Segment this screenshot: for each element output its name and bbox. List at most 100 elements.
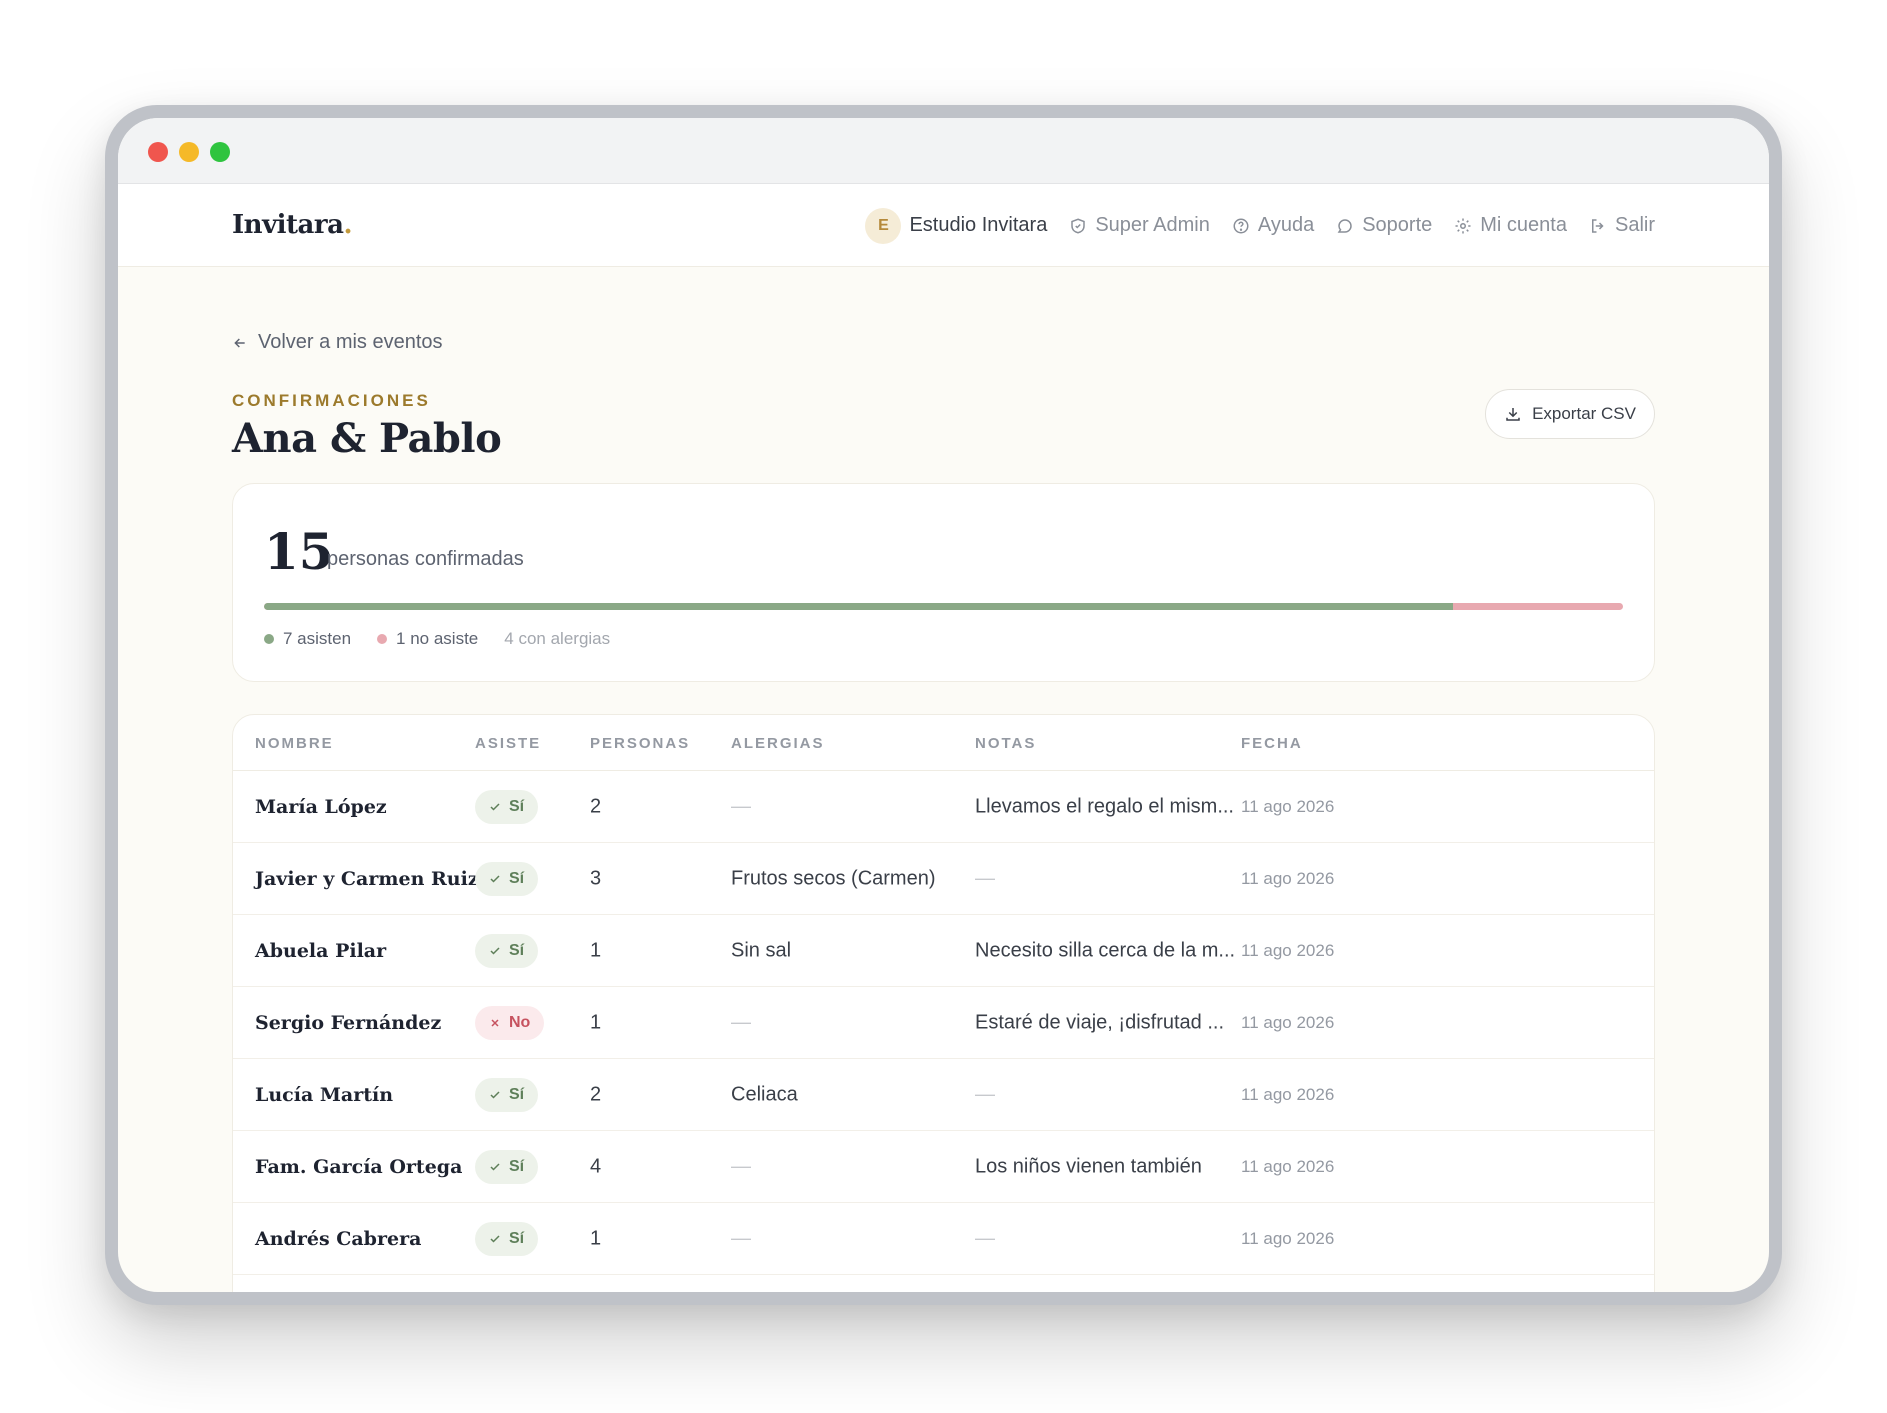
attendance-badge: Sí [475,789,539,824]
section-eyebrow: CONFIRMACIONES [232,391,431,410]
guest-allergies: — [731,1155,751,1177]
nav-support-label: Soporte [1362,214,1433,236]
attendance-progress-fill [264,603,1454,610]
nav-account[interactable]: Mi cuenta [1454,214,1567,237]
table-row[interactable]: Lucía Martín Sí 2 Celiaca — 11 ago 2026 [233,1059,1654,1131]
nav-help[interactable]: Ayuda [1232,214,1314,237]
attendance-badge-label: Sí [509,797,525,815]
nav-super-admin[interactable]: Super Admin [1069,214,1210,237]
column-header-attends[interactable]: ASISTE [475,735,541,752]
window-titlebar [118,118,1769,184]
org-avatar: E [865,207,902,244]
attendance-badge-label: Sí [509,1229,525,1247]
table-row[interactable]: Andrés Cabrera Sí 1 — — 11 ago 2026 [233,1203,1654,1275]
response-date: 11 ago 2026 [1241,940,1335,960]
guest-notes: — [975,1227,995,1249]
nav-support[interactable]: Soporte [1336,214,1432,237]
legend-attending-label: 7 asisten [283,629,352,648]
guest-count: 1 [590,1011,602,1033]
help-circle-icon [1233,218,1249,233]
table-row[interactable]: María López Sí 2 — Llevamos el regalo el mis… [233,771,1654,843]
top-navigation: Invitara. E Estudio Invitara Super Admin… [118,184,1769,267]
attendance-badge: Sí [475,1149,539,1184]
legend-not-attending: 1 no asiste [377,629,478,649]
response-date: 11 ago 2026 [1241,1084,1335,1104]
org-name: Estudio Invitara [909,214,1048,236]
attendance-badge: Sí [475,1077,539,1112]
guest-notes: Llevamos el regalo el mism... [975,795,1234,817]
logout-icon [1591,218,1604,233]
guest-allergies: — [731,1011,751,1033]
guest-allergies: — [731,1227,751,1249]
export-csv-label: Exportar CSV [1532,404,1636,423]
response-date: 11 ago 2026 [1241,1228,1335,1248]
table-body: María López Sí 2 — Llevamos el regalo el mis… [233,771,1654,1275]
attendance-badge: Sí [475,1221,539,1256]
nav-links: E Estudio Invitara Super Admin Ayuda Sop… [865,184,1655,267]
brand-logo[interactable]: Invitara. [232,210,352,240]
guest-name: Javier y Carmen Ruiz [255,867,479,890]
guest-notes: — [975,1083,995,1105]
table-row[interactable]: Abuela Pilar Sí 1 Sin sal Necesito silla cer… [233,915,1654,987]
nav-logout[interactable]: Salir [1589,214,1655,237]
guest-count: 3 [590,867,602,889]
chat-bubble-icon [1337,218,1352,233]
attendance-progress-bar [264,603,1623,610]
attending-dot-icon [264,634,274,644]
attendance-badge: No [475,1005,545,1040]
table-row[interactable]: Fam. García Ortega Sí 4 — Los niños vienen t… [233,1131,1654,1203]
guest-name: Abuela Pilar [255,939,387,962]
attendance-badge-label: Sí [509,1157,525,1175]
table-header: NOMBRE ASISTE PERSONAS ALERGIAS NOTAS FE… [233,715,1654,771]
guest-notes: Los niños vienen también [975,1155,1202,1177]
page-title: Ana & Pablo [232,415,502,462]
guest-allergies: Celiaca [731,1083,798,1105]
guest-name: Sergio Fernández [255,1011,442,1034]
back-link-label: Volver a mis eventos [258,331,443,353]
device-frame: Invitara. E Estudio Invitara Super Admin… [105,105,1782,1305]
check-icon [490,802,500,811]
nav-super-admin-label: Super Admin [1095,214,1210,236]
column-header-allergies[interactable]: ALERGIAS [731,735,825,752]
column-header-date[interactable]: FECHA [1241,735,1303,752]
response-date: 11 ago 2026 [1241,1156,1335,1176]
attendance-legend: 7 asisten 1 no asiste 4 con alergias [264,629,610,649]
gear-icon [1455,218,1471,233]
arrow-left-icon [234,337,245,348]
x-icon [491,1018,499,1027]
guest-count: 2 [590,795,602,817]
export-csv-button[interactable]: Exportar CSV [1485,389,1655,439]
back-link[interactable]: Volver a mis eventos [232,331,443,354]
column-header-notes[interactable]: NOTAS [975,735,1036,752]
attendance-badge-label: Sí [509,1085,525,1103]
not-attending-dot-icon [377,634,388,644]
response-date: 11 ago 2026 [1241,1012,1335,1032]
legend-allergies: 4 con alergias [504,629,610,649]
minimize-window-button[interactable] [179,142,199,162]
column-header-name[interactable]: NOMBRE [255,735,334,752]
check-icon [490,1090,500,1099]
table-row[interactable]: Javier y Carmen Ruiz Sí 3 Frutos secos (Car… [233,843,1654,915]
confirmed-count: 15 [264,522,334,581]
check-icon [490,1234,500,1243]
legend-attending: 7 asisten [264,629,351,649]
attendance-badge: Sí [475,861,539,896]
shield-icon [1071,217,1086,234]
maximize-window-button[interactable] [210,142,230,162]
legend-not-attending-label: 1 no asiste [396,629,479,648]
rsvp-table: NOMBRE ASISTE PERSONAS ALERGIAS NOTAS FE… [232,714,1655,1292]
check-icon [490,946,500,955]
download-icon [1506,408,1520,421]
guest-count: 1 [590,939,602,961]
org-switcher[interactable]: E Estudio Invitara [865,207,1048,244]
confirmed-count-label: personas confirmadas [327,548,524,570]
brand-dot: . [343,210,353,240]
guest-count: 4 [590,1155,602,1177]
guest-notes: Estaré de viaje, ¡disfrutad ... [975,1011,1225,1033]
close-window-button[interactable] [148,142,168,162]
column-header-people[interactable]: PERSONAS [590,735,690,752]
guest-notes: Necesito silla cerca de la m... [975,939,1236,961]
browser-window: Invitara. E Estudio Invitara Super Admin… [118,118,1769,1292]
attendance-badge-label: No [509,1013,531,1031]
table-row[interactable]: Sergio Fernández No 1 — Estaré de viaje, ¡di… [233,987,1654,1059]
